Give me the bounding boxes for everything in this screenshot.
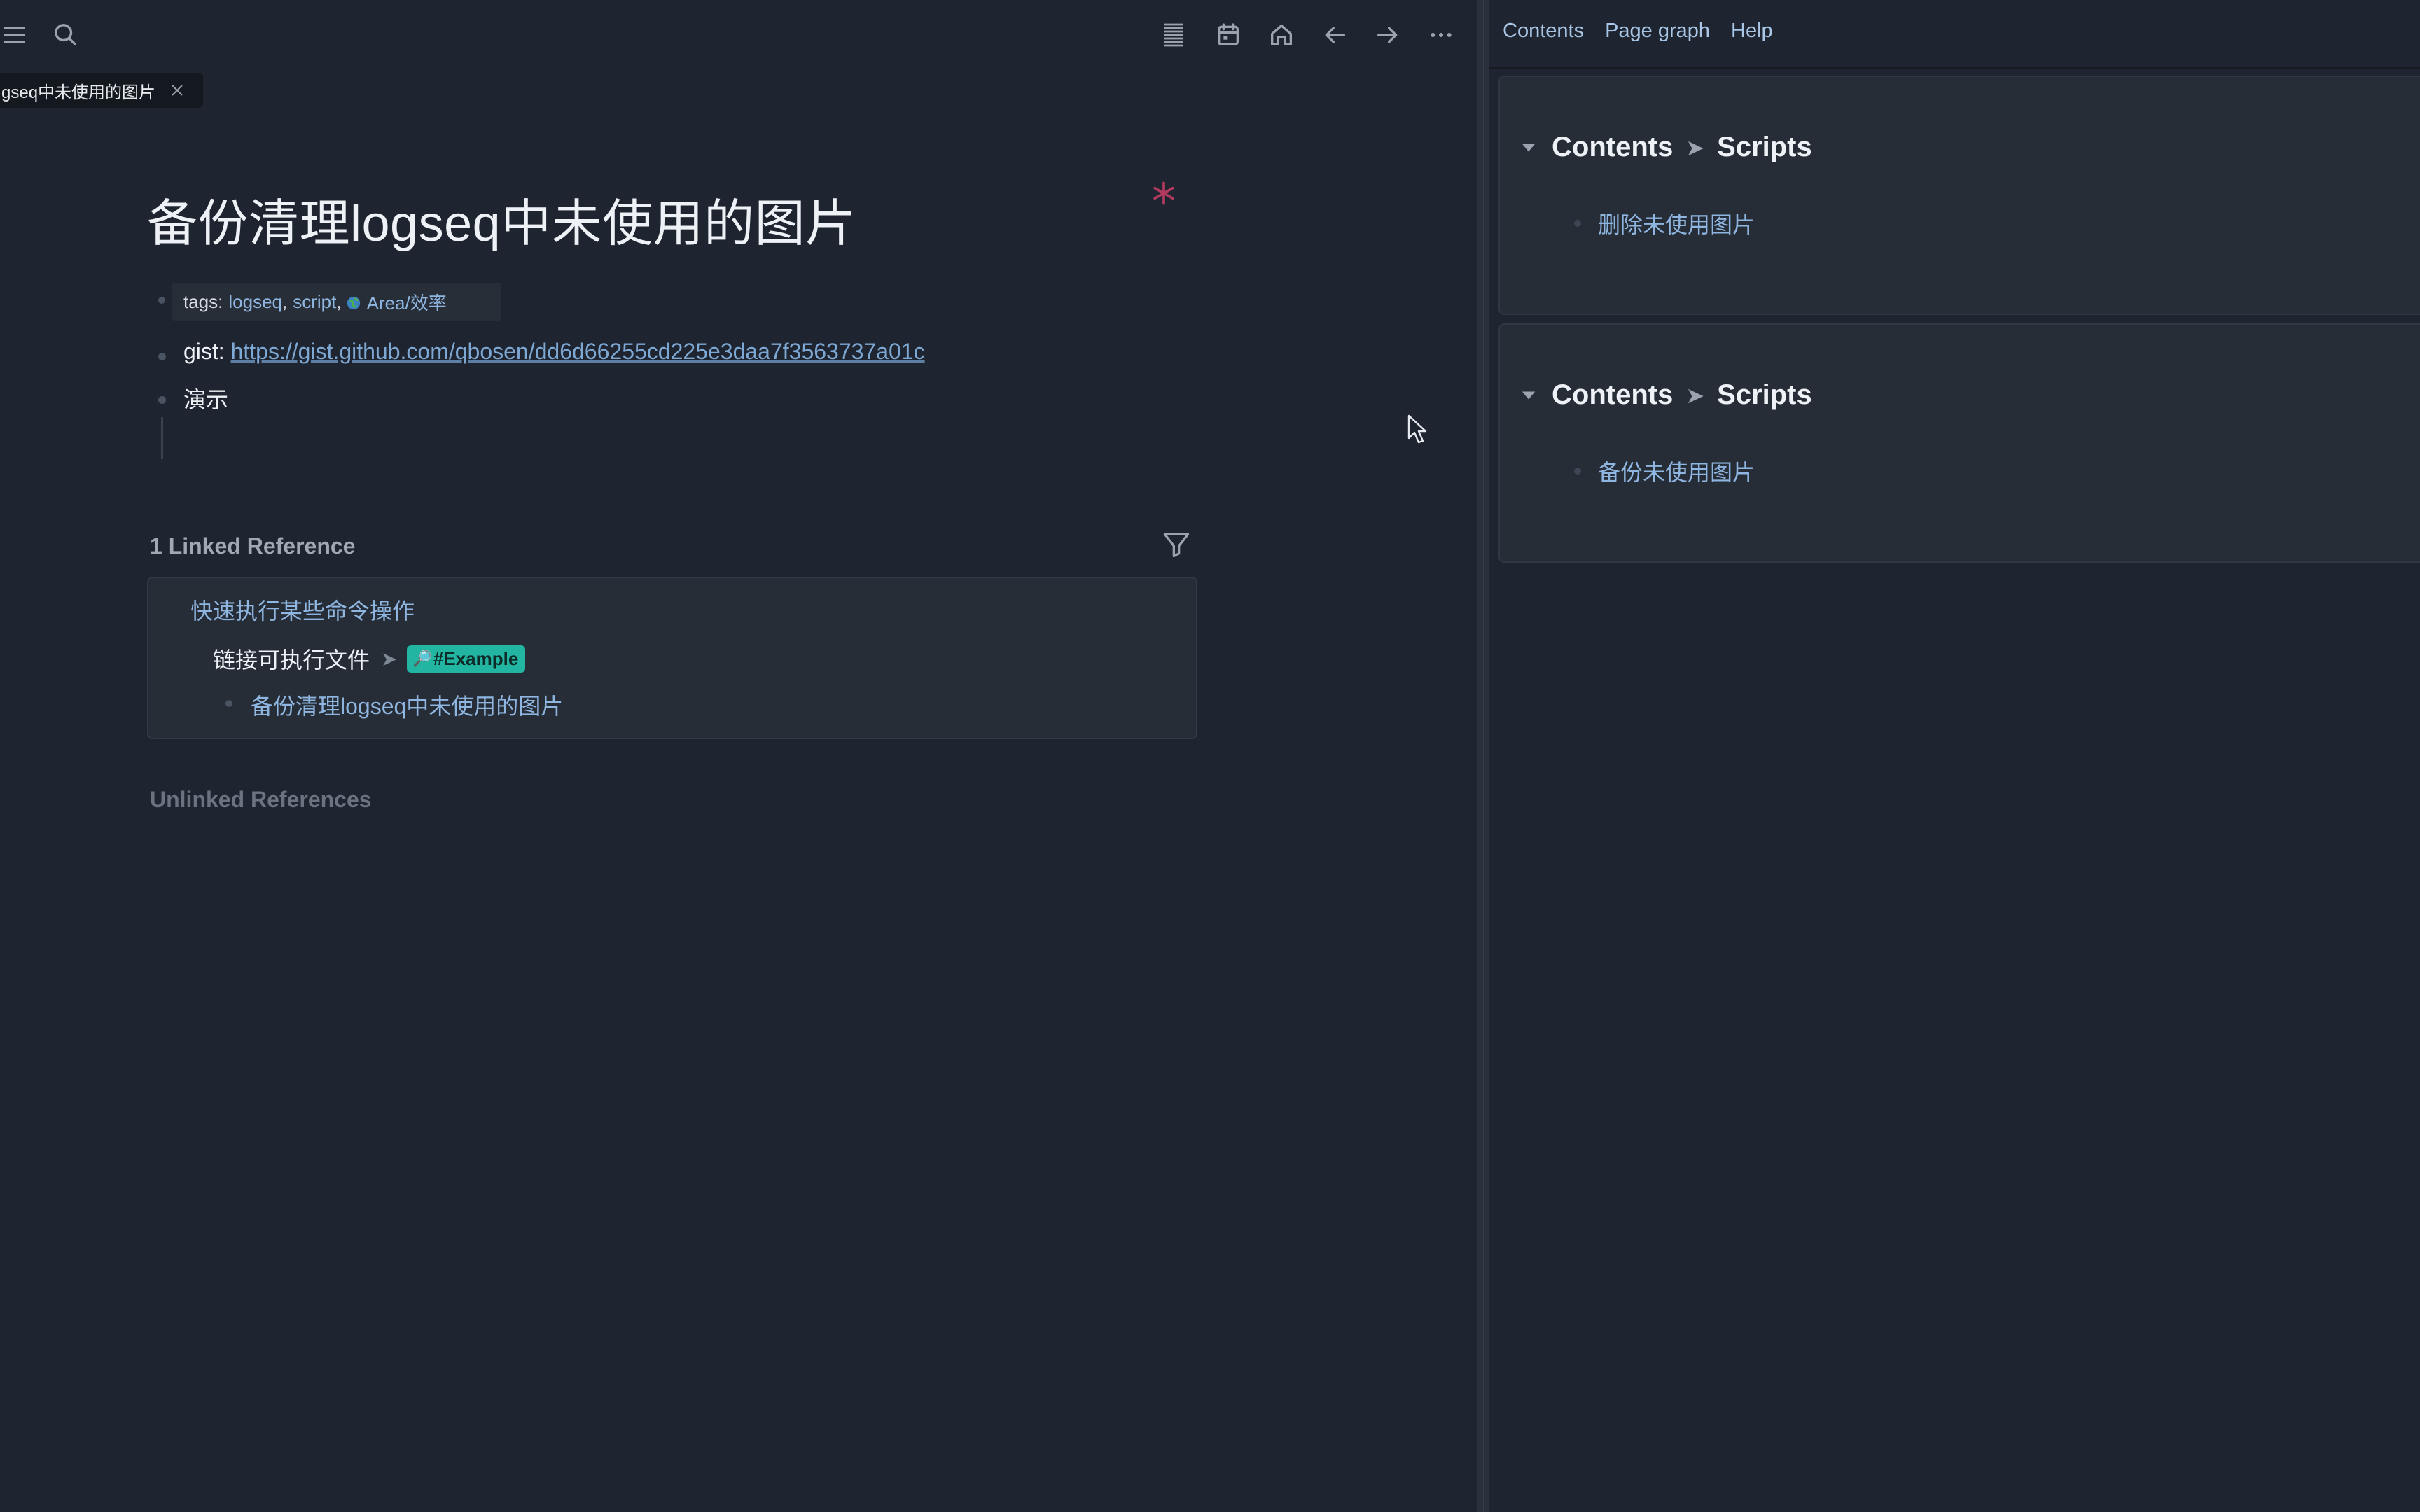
arrow-left-icon[interactable] xyxy=(1319,20,1350,50)
block-bullet[interactable] xyxy=(158,297,165,304)
gist-label: gist: xyxy=(183,339,225,364)
gist-block: gist: https://gist.github.com/qbosen/dd6… xyxy=(183,339,925,365)
calendar-icon[interactable] xyxy=(1213,20,1244,50)
breadcrumb-arrow-icon: ➤ xyxy=(1685,382,1705,408)
breadcrumb-arrow-icon: ➤ xyxy=(381,648,398,670)
close-icon[interactable] xyxy=(168,81,186,99)
sidebar-card-header: Contents ➤ Scripts xyxy=(1520,379,1812,411)
breadcrumb-contents[interactable]: Contents xyxy=(1552,379,1673,411)
pane-divider xyxy=(1483,0,1484,1512)
tab-contents[interactable]: Contents xyxy=(1503,20,1584,43)
page-tab[interactable]: gseq中未使用的图片 xyxy=(0,73,203,108)
tag-separator: , xyxy=(336,290,342,312)
caret-down-icon[interactable] xyxy=(1520,139,1538,157)
block-bullet[interactable] xyxy=(158,353,166,360)
sidebar-block-link[interactable]: 删除未使用图片 xyxy=(1598,207,1755,239)
sidebar-divider xyxy=(1489,67,2420,69)
sidebar-card: Contents ➤ Scripts 备份未使用图片 xyxy=(1498,323,2420,563)
breadcrumb-parent[interactable]: 链接可执行文件 xyxy=(213,643,370,675)
block-bullet[interactable] xyxy=(225,700,232,707)
tab-help[interactable]: Help xyxy=(1731,20,1773,43)
filter-icon[interactable] xyxy=(1161,529,1192,560)
block-bullet[interactable] xyxy=(1574,468,1581,475)
sidebar-card-header: Contents ➤ Scripts xyxy=(1520,132,1812,163)
block-bullet[interactable] xyxy=(158,396,166,404)
top-toolbar xyxy=(0,0,1477,69)
unlinked-references-title[interactable]: Unlinked References xyxy=(150,787,372,813)
example-tag[interactable]: 🔎 #Example xyxy=(407,645,526,673)
gist-link[interactable]: https://gist.github.com/qbosen/dd6d66255… xyxy=(231,339,925,364)
breadcrumb-contents[interactable]: Contents xyxy=(1552,132,1673,163)
magnifier-icon: 🔎 xyxy=(412,650,432,667)
menu-icon[interactable] xyxy=(0,20,31,50)
page-title[interactable]: 备份清理logseq中未使用的图片 xyxy=(147,182,856,255)
block-bullet[interactable] xyxy=(1574,220,1581,227)
reference-block-link[interactable]: 备份清理logseq中未使用的图片 xyxy=(251,689,563,721)
right-sidebar: Contents Page graph Help Contents ➤ Scri… xyxy=(1489,0,2420,1512)
tag-link-logseq[interactable]: logseq xyxy=(228,291,282,313)
arrow-right-icon[interactable] xyxy=(1372,20,1403,50)
tag-link-script[interactable]: script xyxy=(293,291,336,313)
tags-label: tags: xyxy=(183,290,223,312)
reference-breadcrumb: 链接可执行文件 ➤ 🔎 #Example xyxy=(213,643,526,675)
logseq-app: gseq中未使用的图片 备份清理logseq中未使用的图片 tags: logs… xyxy=(0,0,2420,1512)
main-pane: gseq中未使用的图片 备份清理logseq中未使用的图片 tags: logs… xyxy=(0,0,1477,1512)
sidebar-block-link[interactable]: 备份未使用图片 xyxy=(1598,455,1755,487)
breadcrumb-scripts[interactable]: Scripts xyxy=(1717,379,1812,411)
page-properties: tags: logseq , script , Area/效率 xyxy=(172,283,501,321)
breadcrumb-scripts[interactable]: Scripts xyxy=(1717,132,1812,163)
demo-block[interactable]: 演示 xyxy=(183,382,228,414)
right-sidebar-tabs: Contents Page graph Help xyxy=(1489,20,1773,43)
more-icon[interactable] xyxy=(1426,20,1456,50)
list-icon[interactable] xyxy=(1158,20,1189,50)
reference-page-link[interactable]: 快速执行某些命令操作 xyxy=(190,594,415,626)
tab-label: gseq中未使用的图片 xyxy=(1,83,156,102)
linked-reference-card: 快速执行某些命令操作 链接可执行文件 ➤ 🔎 #Example 备份清理logs… xyxy=(147,577,1197,739)
search-icon[interactable] xyxy=(50,20,81,50)
home-icon[interactable] xyxy=(1266,20,1297,50)
sidebar-card: Contents ➤ Scripts 删除未使用图片 xyxy=(1498,76,2420,315)
tag-separator: , xyxy=(282,290,288,312)
example-tag-label: #Example xyxy=(433,648,519,669)
mouse-cursor-icon xyxy=(1407,414,1427,444)
globe-icon xyxy=(346,294,361,310)
breadcrumb-arrow-icon: ➤ xyxy=(1685,134,1705,160)
asterisk-icon xyxy=(1148,178,1179,209)
linked-references-title[interactable]: 1 Linked Reference xyxy=(150,533,355,559)
tag-link-area[interactable]: Area/效率 xyxy=(367,289,447,315)
block-children-guide xyxy=(161,417,163,459)
caret-down-icon[interactable] xyxy=(1520,386,1538,405)
tab-page-graph[interactable]: Page graph xyxy=(1605,20,1710,43)
